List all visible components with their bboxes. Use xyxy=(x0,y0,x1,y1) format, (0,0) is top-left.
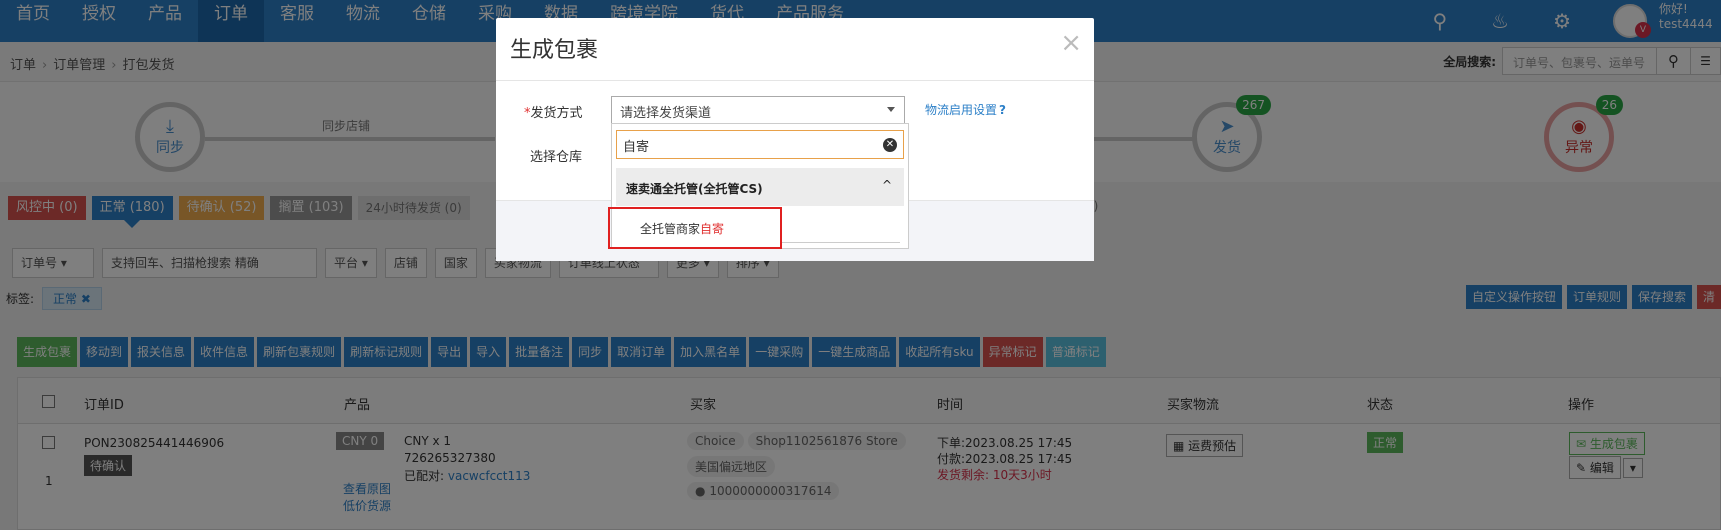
dropdown-search-value: 自寄 xyxy=(623,140,650,155)
dropdown-group-header[interactable]: 速卖通全托管(全托管CS) ^ xyxy=(616,168,904,206)
ship-channel-select[interactable]: 请选择发货渠道 xyxy=(611,96,905,125)
chevron-up-icon: ^ xyxy=(881,178,892,192)
highlight-box xyxy=(608,207,782,249)
ship-channel-placeholder: 请选择发货渠道 xyxy=(620,106,712,121)
close-icon[interactable]: × xyxy=(1060,28,1082,58)
logistics-settings-text: 物流启用设置 xyxy=(925,103,998,117)
ship-method-label: *发货方式 xyxy=(524,102,583,121)
logistics-settings-link[interactable]: 物流启用设置? xyxy=(925,101,1006,118)
warehouse-label: 选择仓库 xyxy=(530,150,583,165)
modal-title: 生成包裹 xyxy=(510,38,599,63)
clear-icon[interactable]: ✕ xyxy=(883,138,897,152)
caret-down-icon xyxy=(887,107,895,112)
option-divider xyxy=(782,242,900,243)
dropdown-group-label: 速卖通全托管(全托管CS) xyxy=(626,182,763,196)
ship-method-label-text: 发货方式 xyxy=(530,106,583,121)
question-icon: ? xyxy=(999,103,1006,117)
dropdown-search-input[interactable]: 自寄 ✕ xyxy=(616,130,904,159)
modal-divider xyxy=(496,80,1094,81)
